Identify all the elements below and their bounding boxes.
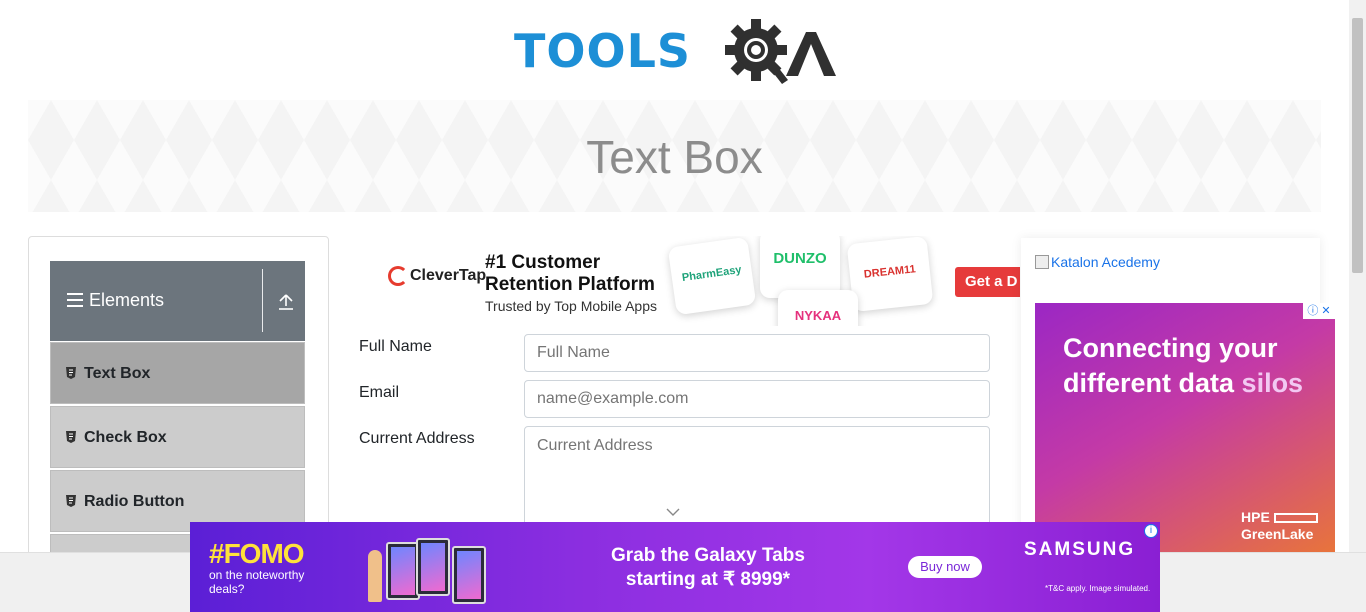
page: TOOLS Text Box Elements Text Box Check B…: [0, 0, 1366, 612]
ad-person-image: [368, 550, 382, 602]
ad-card: PharmEasy: [667, 236, 757, 316]
logo-tools-text: TOOLS: [514, 24, 692, 78]
full-name-input[interactable]: [524, 334, 990, 372]
header-divider: [262, 269, 263, 332]
chevron-down-icon: [666, 508, 680, 516]
ad-hpe-greenlake[interactable]: ⓘ ✕ Connecting your different data silos…: [1035, 303, 1335, 553]
samsung-logo: SAMSUNG: [1024, 539, 1136, 560]
ad-disclaimer: *T&C apply. Image simulated.: [1045, 584, 1151, 593]
collapse-arrow-icon[interactable]: [278, 293, 294, 311]
tablet-image: [386, 542, 420, 600]
ad-samsung-galaxy[interactable]: #FOMO on the noteworthy deals? Grab the …: [190, 522, 1160, 612]
sidebar-item-label: Text Box: [84, 365, 151, 382]
page-banner: Text Box: [28, 100, 1321, 212]
ad-subline: Trusted by Top Mobile Apps: [485, 298, 657, 314]
ad-fomo-heading: #FOMO: [209, 538, 305, 569]
logo-gear-qa-icon: [725, 19, 836, 84]
sidebar-item-label: Check Box: [84, 429, 167, 446]
sidebar-item-text-box[interactable]: Text Box: [50, 342, 305, 404]
scrollbar-thumb[interactable]: [1352, 18, 1363, 273]
html5-icon: [66, 495, 76, 507]
email-label: Email: [359, 384, 400, 401]
current-address-label: Current Address: [359, 430, 475, 447]
ad-clevertap[interactable]: CleverTap #1 Customer Retention Platform…: [358, 236, 1020, 326]
vertical-scrollbar[interactable]: [1349, 0, 1366, 552]
ad-hpe-headline: Connecting your different data silos: [1063, 333, 1304, 398]
ad-cta-button[interactable]: Get a D: [955, 267, 1020, 297]
ad-card: DREAM11: [846, 236, 934, 312]
ad-choices-icon[interactable]: ⓘ ✕: [1303, 303, 1335, 319]
hpe-logo: HPE GreenLake: [1241, 509, 1318, 543]
html5-icon: [66, 431, 76, 443]
ad-samsung-headline: Grab the Galaxy Tabs starting at ₹ 8999*: [611, 545, 805, 590]
sidebar-group-elements[interactable]: Elements: [50, 261, 305, 341]
sidebar: Elements Text Box Check Box Radio Button: [28, 236, 329, 596]
toolsqa-logo[interactable]: TOOLS: [514, 14, 838, 92]
tablet-image: [416, 538, 450, 596]
menu-icon: [67, 293, 83, 307]
sidebar-item-check-box[interactable]: Check Box: [50, 406, 305, 468]
sidebar-group-title: Elements: [89, 290, 165, 310]
sidebar-item-label: Radio Button: [84, 493, 185, 510]
tablet-image: [452, 546, 486, 604]
email-input[interactable]: [524, 380, 990, 418]
buy-now-button[interactable]: Buy now: [908, 556, 982, 578]
html5-icon: [66, 367, 76, 379]
full-name-label: Full Name: [359, 338, 432, 355]
ad-info-icon[interactable]: i: [1144, 524, 1158, 538]
ad-card: DUNZO: [760, 236, 840, 298]
katalon-ad-link[interactable]: Katalon Acedemy: [1035, 254, 1160, 270]
page-title: Text Box: [586, 131, 763, 183]
ad-headline: #1 Customer Retention Platform: [485, 252, 655, 295]
clevertap-logo: CleverTap: [388, 266, 486, 286]
broken-image-icon: [1035, 255, 1049, 269]
ad-card: NYKAA: [778, 290, 858, 326]
ad-fomo-sub: on the noteworthy deals?: [209, 568, 305, 596]
